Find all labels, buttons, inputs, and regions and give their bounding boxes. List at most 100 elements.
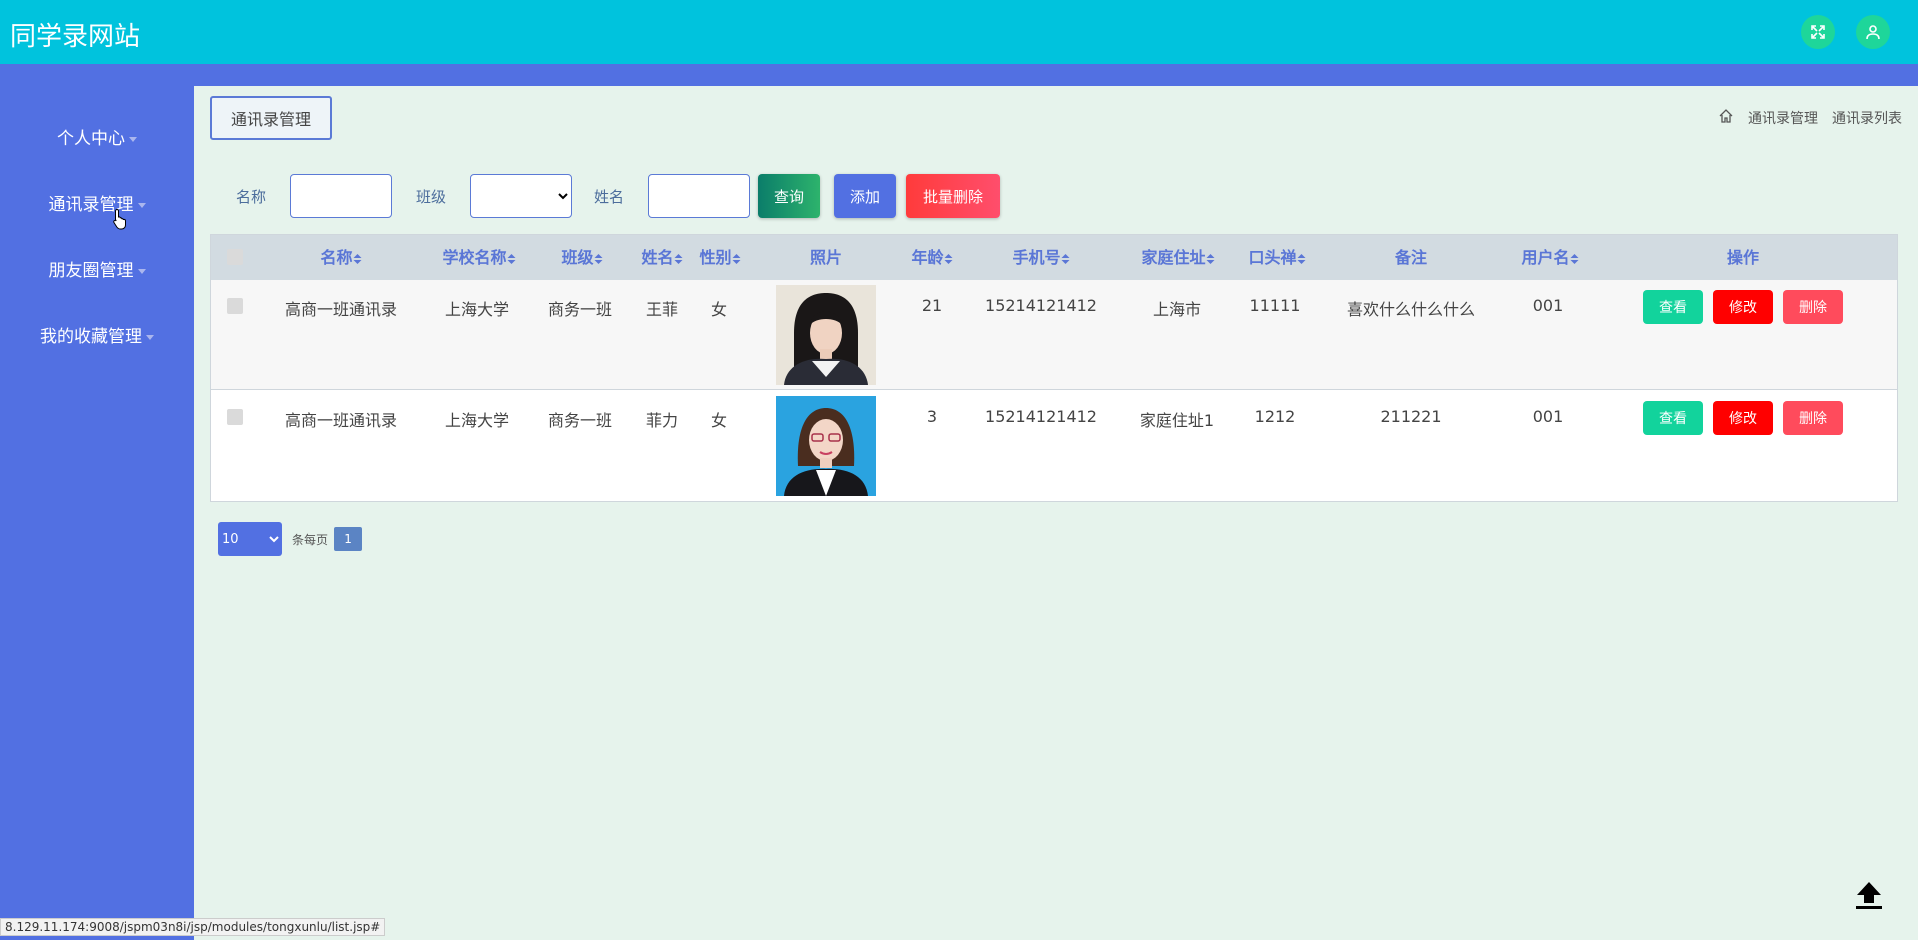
cell-class: 商务一班 bbox=[547, 411, 613, 430]
cell-age: 3 bbox=[926, 407, 938, 426]
home-icon[interactable] bbox=[1718, 108, 1734, 128]
caret-down-icon bbox=[137, 268, 146, 274]
class-label: 班级 bbox=[416, 187, 447, 206]
sort-icon bbox=[674, 253, 683, 264]
name-input[interactable] bbox=[290, 174, 393, 218]
view-button[interactable]: 查看 bbox=[1643, 401, 1703, 435]
cell-person: 王菲 bbox=[645, 300, 679, 319]
select-all-checkbox[interactable] bbox=[227, 249, 243, 265]
cell-gender: 女 bbox=[710, 300, 728, 319]
pagination: 10 条每页 1 bbox=[218, 522, 363, 556]
fullscreen-icon[interactable] bbox=[1801, 15, 1835, 49]
sort-icon bbox=[1297, 253, 1306, 264]
cell-school: 上海大学 bbox=[444, 411, 510, 430]
col-actions: 操作 bbox=[1726, 248, 1760, 267]
cell-school: 上海大学 bbox=[444, 300, 510, 319]
col-name[interactable]: 名称 bbox=[320, 235, 362, 280]
per-page-label: 条每页 bbox=[292, 532, 329, 547]
name-label: 名称 bbox=[236, 187, 267, 206]
col-gender[interactable]: 性别 bbox=[699, 235, 741, 280]
view-button[interactable]: 查看 bbox=[1643, 290, 1703, 324]
table-row: 高商一班通讯录 上海大学 商务一班 菲力 女 3 15214121412 家庭住… bbox=[211, 391, 1897, 501]
search-bar: 名称 班级 姓名 查询 添加 批量删除 bbox=[236, 172, 1001, 220]
cell-address: 上海市 bbox=[1152, 300, 1202, 319]
photo-thumbnail bbox=[776, 396, 876, 496]
contacts-table: 名称 学校名称 班级 姓名 性别 照片 年龄 手机号 家庭住址 口头禅 备注 用… bbox=[210, 234, 1898, 502]
add-button[interactable]: 添加 bbox=[834, 174, 897, 218]
col-address[interactable]: 家庭住址 bbox=[1141, 235, 1215, 280]
sidebar-item-label: 个人中心 bbox=[57, 129, 125, 149]
col-class[interactable]: 班级 bbox=[561, 235, 603, 280]
sort-icon bbox=[732, 253, 741, 264]
col-remark: 备注 bbox=[1394, 248, 1428, 267]
sidebar: 个人中心 通讯录管理 朋友圈管理 我的收藏管理 bbox=[0, 86, 194, 940]
table-header: 名称 学校名称 班级 姓名 性别 照片 年龄 手机号 家庭住址 口头禅 备注 用… bbox=[211, 235, 1897, 280]
breadcrumb-item[interactable]: 通讯录管理 bbox=[1748, 108, 1818, 128]
page-number[interactable]: 1 bbox=[334, 527, 363, 551]
class-select[interactable] bbox=[470, 174, 573, 218]
header-strip bbox=[0, 64, 1918, 86]
status-url: 8.129.11.174:9008/jspm03n8i/jsp/modules/… bbox=[0, 918, 386, 936]
col-age[interactable]: 年龄 bbox=[911, 235, 953, 280]
breadcrumb: 通讯录管理 通讯录列表 bbox=[1718, 108, 1902, 128]
cell-remark: 211221 bbox=[1380, 407, 1442, 426]
sort-icon bbox=[1206, 253, 1215, 264]
sort-icon bbox=[1570, 253, 1579, 264]
edit-button[interactable]: 修改 bbox=[1713, 290, 1773, 324]
col-photo: 照片 bbox=[809, 248, 843, 267]
row-checkbox[interactable] bbox=[227, 298, 243, 314]
sidebar-item-moments[interactable]: 朋友圈管理 bbox=[0, 256, 194, 281]
sort-icon bbox=[944, 253, 953, 264]
sidebar-item-label: 我的收藏管理 bbox=[40, 327, 142, 347]
cell-catchphrase: 1212 bbox=[1254, 407, 1296, 426]
col-catchphrase[interactable]: 口头禅 bbox=[1248, 235, 1306, 280]
site-title: 同学录网站 bbox=[10, 22, 141, 52]
cell-username: 001 bbox=[1532, 407, 1564, 426]
query-button[interactable]: 查询 bbox=[758, 174, 821, 218]
delete-button[interactable]: 删除 bbox=[1783, 290, 1843, 324]
cell-phone: 15214121412 bbox=[985, 407, 1097, 426]
cell-address: 家庭住址1 bbox=[1139, 411, 1215, 430]
top-header: 同学录网站 bbox=[0, 0, 1918, 64]
cell-age: 21 bbox=[921, 296, 943, 315]
caret-down-icon bbox=[146, 334, 154, 340]
sort-icon bbox=[353, 253, 362, 264]
sidebar-item-label: 朋友圈管理 bbox=[48, 261, 134, 281]
caret-down-icon bbox=[137, 202, 146, 208]
tab-contacts[interactable]: 通讯录管理 bbox=[210, 96, 332, 140]
page-size-select[interactable]: 10 bbox=[218, 522, 282, 556]
row-checkbox[interactable] bbox=[227, 409, 243, 425]
col-phone[interactable]: 手机号 bbox=[1012, 235, 1070, 280]
hand-cursor-icon bbox=[112, 208, 128, 234]
person-label: 姓名 bbox=[594, 187, 625, 206]
batch-delete-button[interactable]: 批量删除 bbox=[906, 174, 1001, 218]
cell-name: 高商一班通讯录 bbox=[284, 411, 398, 430]
sidebar-item-contacts[interactable]: 通讯录管理 bbox=[0, 190, 194, 215]
breadcrumb-item: 通讯录列表 bbox=[1832, 111, 1902, 127]
photo-thumbnail bbox=[776, 285, 876, 385]
sort-icon bbox=[1061, 253, 1070, 264]
sidebar-item-favorites[interactable]: 我的收藏管理 bbox=[0, 322, 194, 347]
arrow-up-to-line-icon[interactable] bbox=[1852, 878, 1886, 916]
cell-class: 商务一班 bbox=[547, 300, 613, 319]
delete-button[interactable]: 删除 bbox=[1783, 401, 1843, 435]
cell-name: 高商一班通讯录 bbox=[284, 300, 398, 319]
person-input[interactable] bbox=[648, 174, 751, 218]
sort-icon bbox=[507, 253, 516, 264]
cell-phone: 15214121412 bbox=[985, 296, 1097, 315]
user-icon[interactable] bbox=[1856, 15, 1890, 49]
caret-down-icon bbox=[129, 136, 137, 142]
col-person[interactable]: 姓名 bbox=[641, 235, 683, 280]
sidebar-item-personal-center[interactable]: 个人中心 bbox=[0, 124, 194, 149]
col-username[interactable]: 用户名 bbox=[1521, 235, 1579, 280]
cell-username: 001 bbox=[1532, 296, 1564, 315]
table-row: 高商一班通讯录 上海大学 商务一班 王菲 女 21 15214121412 上海… bbox=[211, 280, 1897, 390]
main-content: 通讯录管理 通讯录管理 通讯录列表 名称 班级 姓名 查询 添加 批量删除 名称… bbox=[194, 86, 1918, 940]
sort-icon bbox=[594, 253, 603, 264]
cell-remark: 喜欢什么什么什么 bbox=[1346, 300, 1476, 319]
cell-gender: 女 bbox=[710, 411, 728, 430]
cell-catchphrase: 11111 bbox=[1249, 296, 1301, 315]
cell-person: 菲力 bbox=[645, 411, 679, 430]
col-school[interactable]: 学校名称 bbox=[442, 235, 516, 280]
edit-button[interactable]: 修改 bbox=[1713, 401, 1773, 435]
